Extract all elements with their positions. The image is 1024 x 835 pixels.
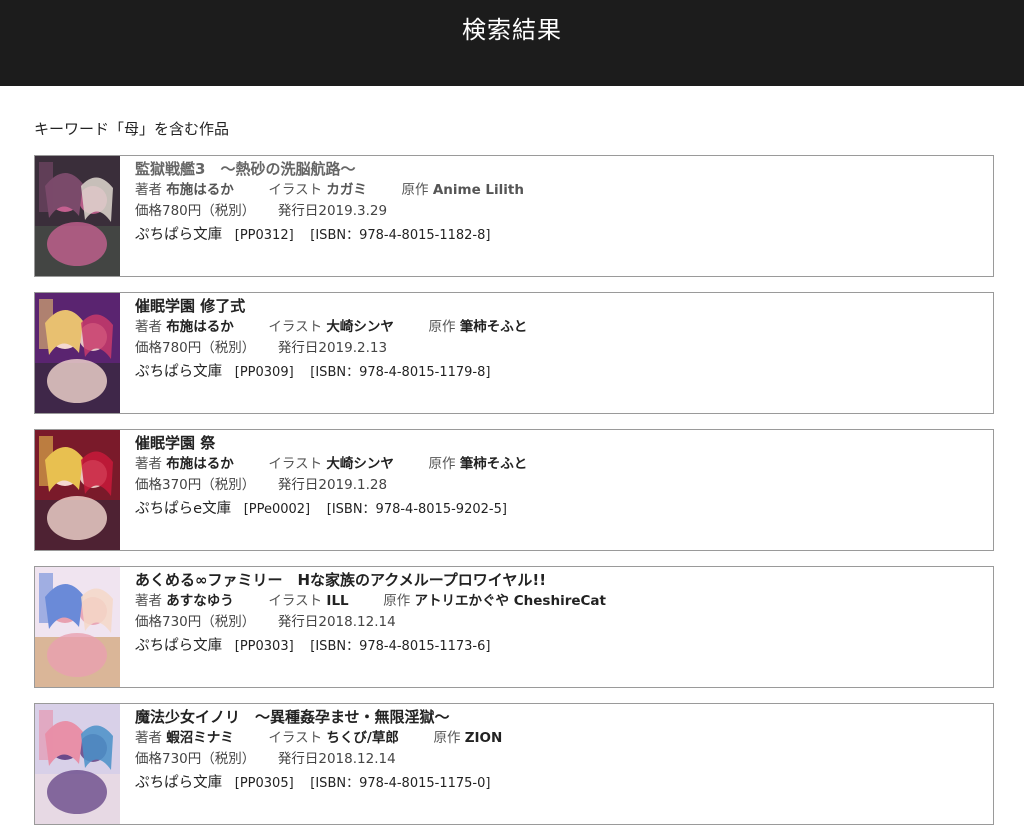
book-price-release: 価格780円（税別） 発行日2019.3.29 <box>135 201 985 222</box>
illust-value[interactable]: カガミ <box>326 182 367 198</box>
illust-label: イラスト <box>268 593 323 609</box>
author-value[interactable]: 布施はるか <box>166 182 234 198</box>
book-info: 催眠学園 修了式 著者 布施はるか イラスト 大崎シンヤ 原作 筆柿そふと 価格… <box>135 295 985 385</box>
book-info: 催眠学園 祭 著者 布施はるか イラスト 大崎シンヤ 原作 筆柿そふと 価格37… <box>135 432 985 522</box>
book-cover-image[interactable] <box>35 704 120 824</box>
illust-value[interactable]: ちくび/草郎 <box>326 730 398 746</box>
book-card[interactable]: 監獄戦艦3 〜熱砂の洗脳航路〜 著者 布施はるか イラスト カガミ 原作 Ani… <box>34 155 994 277</box>
book-price-release: 価格780円（税別） 発行日2019.2.13 <box>135 338 985 359</box>
library-name: ぷちぱら文庫 <box>135 638 223 654</box>
library-name: ぷちぱらe文庫 <box>135 501 232 517</box>
isbn-text: [ISBN：978-4-8015-1175-0] <box>310 776 491 791</box>
page-title: 検索結果 <box>462 16 562 44</box>
book-info: あくめる∞ファミリー Hな家族のアクメループロワイヤル!! 著者 あすなゆう イ… <box>135 569 985 659</box>
product-code: [PPe0002] <box>243 502 311 517</box>
illust-value[interactable]: 大崎シンヤ <box>326 456 394 472</box>
price-text: 価格730円（税別） <box>135 751 256 767</box>
illust-label: イラスト <box>268 456 323 472</box>
book-title-text[interactable]: 監獄戦艦3 〜熱砂の洗脳航路〜 <box>135 160 355 178</box>
original-label: 原作 <box>428 456 456 472</box>
book-library-line: ぷちぱら文庫 [PP0303] [ISBN：978-4-8015-1173-6] <box>135 633 985 659</box>
price-text: 価格780円（税別） <box>135 340 256 356</box>
release-date: 発行日2019.1.28 <box>277 477 388 493</box>
release-date: 発行日2018.12.14 <box>277 614 396 630</box>
author-value[interactable]: 蝦沼ミナミ <box>166 730 234 746</box>
book-title[interactable]: 監獄戦艦3 〜熱砂の洗脳航路〜 <box>135 158 985 180</box>
book-list: 監獄戦艦3 〜熱砂の洗脳航路〜 著者 布施はるか イラスト カガミ 原作 Ani… <box>34 155 994 825</box>
product-code: [PP0303] <box>234 639 294 654</box>
book-title-text[interactable]: 魔法少女イノリ 〜異種姦孕ませ・無限淫獄〜 <box>135 708 450 726</box>
author-value[interactable]: あすなゆう <box>166 593 234 609</box>
original-value[interactable]: Anime Lilith <box>433 182 524 198</box>
library-name: ぷちぱら文庫 <box>135 227 223 243</box>
book-credits: 著者 蝦沼ミナミ イラスト ちくび/草郎 原作 ZION <box>135 728 985 749</box>
book-info: 監獄戦艦3 〜熱砂の洗脳航路〜 著者 布施はるか イラスト カガミ 原作 Ani… <box>135 158 985 248</box>
price-text: 価格780円（税別） <box>135 203 256 219</box>
book-credits: 著者 布施はるか イラスト 大崎シンヤ 原作 筆柿そふと <box>135 317 985 338</box>
book-credits: 著者 布施はるか イラスト 大崎シンヤ 原作 筆柿そふと <box>135 454 985 475</box>
book-cover-image[interactable] <box>35 567 120 687</box>
library-name: ぷちぱら文庫 <box>135 364 223 380</box>
original-value[interactable]: アトリエかぐや CheshireCat <box>415 593 606 609</box>
author-label: 著者 <box>135 730 162 746</box>
book-title-text[interactable]: 催眠学園 修了式 <box>135 297 245 315</box>
illust-label: イラスト <box>268 319 323 335</box>
book-title[interactable]: 催眠学園 修了式 <box>135 295 985 317</box>
author-label: 著者 <box>135 593 162 609</box>
book-cover-image[interactable] <box>35 156 120 276</box>
book-title[interactable]: あくめる∞ファミリー Hな家族のアクメループロワイヤル!! <box>135 569 985 591</box>
search-caption: キーワード「母」を含む作品 <box>34 120 230 138</box>
release-date: 発行日2019.2.13 <box>277 340 388 356</box>
illust-label: イラスト <box>268 182 323 198</box>
isbn-text: [ISBN：978-4-8015-1173-6] <box>310 639 491 654</box>
original-label: 原作 <box>433 730 461 746</box>
author-value[interactable]: 布施はるか <box>166 456 234 472</box>
original-label: 原作 <box>428 319 456 335</box>
price-text: 価格730円（税別） <box>135 614 256 630</box>
book-cover-image[interactable] <box>35 293 120 413</box>
original-label: 原作 <box>383 593 411 609</box>
book-library-line: ぷちぱらe文庫 [PPe0002] [ISBN：978-4-8015-9202-… <box>135 496 985 522</box>
original-label: 原作 <box>401 182 429 198</box>
book-library-line: ぷちぱら文庫 [PP0305] [ISBN：978-4-8015-1175-0] <box>135 770 985 796</box>
illust-value[interactable]: 大崎シンヤ <box>326 319 394 335</box>
book-title[interactable]: 催眠学園 祭 <box>135 432 985 454</box>
book-title-text[interactable]: あくめる∞ファミリー Hな家族のアクメループロワイヤル!! <box>135 571 546 589</box>
original-value[interactable]: 筆柿そふと <box>460 319 528 335</box>
illust-label: イラスト <box>268 730 323 746</box>
illust-value[interactable]: ILL <box>326 593 348 609</box>
author-value[interactable]: 布施はるか <box>166 319 234 335</box>
book-title-text[interactable]: 催眠学園 祭 <box>135 434 215 452</box>
book-credits: 著者 布施はるか イラスト カガミ 原作 Anime Lilith <box>135 180 985 201</box>
book-library-line: ぷちぱら文庫 [PP0309] [ISBN：978-4-8015-1179-8] <box>135 359 985 385</box>
author-label: 著者 <box>135 319 162 335</box>
book-card[interactable]: あくめる∞ファミリー Hな家族のアクメループロワイヤル!! 著者 あすなゆう イ… <box>34 566 994 688</box>
author-label: 著者 <box>135 182 162 198</box>
isbn-text: [ISBN：978-4-8015-1179-8] <box>310 365 491 380</box>
book-price-release: 価格370円（税別） 発行日2019.1.28 <box>135 475 985 496</box>
product-code: [PP0305] <box>234 776 294 791</box>
author-label: 著者 <box>135 456 162 472</box>
release-date: 発行日2019.3.29 <box>277 203 388 219</box>
book-price-release: 価格730円（税別） 発行日2018.12.14 <box>135 612 985 633</box>
book-title[interactable]: 魔法少女イノリ 〜異種姦孕ませ・無限淫獄〜 <box>135 706 985 728</box>
product-code: [PP0312] <box>234 228 294 243</box>
book-info: 魔法少女イノリ 〜異種姦孕ませ・無限淫獄〜 著者 蝦沼ミナミ イラスト ちくび/… <box>135 706 985 796</box>
original-value[interactable]: 筆柿そふと <box>460 456 528 472</box>
release-date: 発行日2018.12.14 <box>277 751 396 767</box>
isbn-text: [ISBN：978-4-8015-1182-8] <box>310 228 491 243</box>
book-card[interactable]: 催眠学園 修了式 著者 布施はるか イラスト 大崎シンヤ 原作 筆柿そふと 価格… <box>34 292 994 414</box>
price-text: 価格370円（税別） <box>135 477 256 493</box>
book-library-line: ぷちぱら文庫 [PP0312] [ISBN：978-4-8015-1182-8] <box>135 222 985 248</box>
book-cover-image[interactable] <box>35 430 120 550</box>
page-header: 検索結果 <box>0 0 1024 86</box>
book-price-release: 価格730円（税別） 発行日2018.12.14 <box>135 749 985 770</box>
isbn-text: [ISBN：978-4-8015-9202-5] <box>326 502 507 517</box>
original-value[interactable]: ZION <box>465 730 503 746</box>
book-card[interactable]: 魔法少女イノリ 〜異種姦孕ませ・無限淫獄〜 著者 蝦沼ミナミ イラスト ちくび/… <box>34 703 994 825</box>
book-credits: 著者 あすなゆう イラスト ILL 原作 アトリエかぐや CheshireCat <box>135 591 985 612</box>
book-card[interactable]: 催眠学園 祭 著者 布施はるか イラスト 大崎シンヤ 原作 筆柿そふと 価格37… <box>34 429 994 551</box>
product-code: [PP0309] <box>234 365 294 380</box>
library-name: ぷちぱら文庫 <box>135 775 223 791</box>
